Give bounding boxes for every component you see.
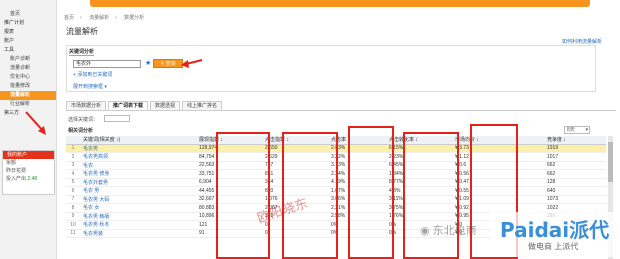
wechat-icon: ◉ bbox=[420, 225, 430, 237]
keyword-cell[interactable]: 毛衣男 大码 bbox=[80, 195, 196, 204]
keyword-analysis-tab[interactable]: 关键词分析 bbox=[69, 48, 95, 56]
account-summary-header: 我的账户 bbox=[3, 151, 54, 159]
row-index: 10 bbox=[66, 220, 80, 230]
table-cell: 640 bbox=[544, 186, 606, 196]
tab-divider bbox=[66, 110, 616, 111]
sidebar-item[interactable]: 首页 bbox=[0, 10, 56, 19]
chevron-down-icon: ▾ bbox=[104, 84, 107, 90]
brand-slogan: 做电商 上派代 bbox=[528, 242, 579, 251]
keyword-cell[interactable]: 毛衣男高领 bbox=[80, 152, 196, 162]
annotation-box bbox=[216, 132, 270, 259]
filter-input[interactable] bbox=[104, 115, 130, 122]
add-keyword-link[interactable]: + 添加到已关键词 bbox=[73, 71, 112, 78]
row-index: 3 bbox=[66, 161, 80, 170]
breadcrumb: 首页 › 流量解析 › 数据分析 bbox=[64, 14, 150, 21]
section-title: 相关词分析 bbox=[68, 128, 94, 134]
keyword-cell[interactable]: 毛衣外套男 bbox=[80, 178, 196, 187]
sidebar-item[interactable]: 流量诊断 bbox=[0, 64, 56, 73]
search-icon: ⚲ bbox=[160, 61, 165, 67]
sidebar-item[interactable]: 报表 bbox=[0, 28, 56, 37]
sidebar-item[interactable]: 批量修改 bbox=[0, 82, 56, 91]
row-index: 9 bbox=[66, 212, 80, 221]
table-cell: 662 bbox=[544, 169, 606, 179]
row-index: 1 bbox=[66, 144, 80, 153]
breadcrumb-item[interactable]: 流量解析 bbox=[89, 15, 109, 21]
sidebar-list: 首页 推广计划 报表 账户 工具 账户诊断 流量诊断 优化中心 批量修改 流量解析 行业解析 第三方 bbox=[0, 10, 56, 118]
sidebar-item[interactable]: 工具 bbox=[0, 46, 56, 55]
expand-link[interactable]: 展开到搜索框 ▾ bbox=[73, 83, 107, 90]
breadcrumb-item[interactable]: 首页 bbox=[64, 15, 74, 21]
sidebar-item[interactable]: 流量解析 bbox=[0, 91, 56, 100]
chevron-right-icon: › bbox=[115, 15, 117, 21]
row-index: 2 bbox=[66, 152, 80, 162]
sidebar-item[interactable]: 账户诊断 bbox=[0, 55, 56, 64]
annotation-box bbox=[348, 126, 394, 259]
page-title: 流量解析 bbox=[66, 27, 98, 36]
row-index: 11 bbox=[66, 229, 80, 238]
account-summary-row: 投入产出 2.48 bbox=[6, 176, 38, 182]
annotation-arrow bbox=[25, 111, 46, 135]
sidebar-item[interactable]: 优化中心 bbox=[0, 73, 56, 82]
help-link[interactable]: 如何利用流量解析 bbox=[562, 38, 602, 45]
tab-online-ranking[interactable]: 线上推广排名 bbox=[182, 101, 223, 110]
app-page: 首页 推广计划 报表 账户 工具 账户诊断 流量诊断 优化中心 批量修改 流量解析 行业解析 第三方 … bbox=[0, 0, 620, 259]
table-cell: 1919 bbox=[544, 144, 606, 153]
table-cell: 1073 bbox=[544, 195, 606, 204]
row-index: 6 bbox=[66, 186, 80, 196]
table-cell: 1017 bbox=[544, 152, 606, 162]
account-summary-row: 余额 bbox=[6, 160, 17, 166]
star-icon[interactable]: ★ bbox=[145, 59, 151, 67]
table-cell: 128 bbox=[544, 178, 606, 187]
keyword-cell[interactable]: 毛衣男 秋冬 bbox=[80, 220, 196, 230]
breadcrumb-item: 数据分析 bbox=[124, 15, 145, 21]
tab-keyword-download[interactable]: 推广词表下载 bbox=[108, 101, 149, 110]
row-index: 5 bbox=[66, 178, 80, 187]
row-index: 8 bbox=[66, 203, 80, 213]
brand-logo: Paidai派代 bbox=[500, 218, 610, 242]
period-select[interactable]: 8天 bbox=[564, 126, 590, 134]
keyword-cell[interactable]: 毛衣男装 bbox=[80, 229, 196, 238]
wechat-watermark: ◉ 东北电商 bbox=[420, 225, 477, 237]
brand-watermark: Paidai派代 做电商 上派代 bbox=[490, 212, 618, 257]
account-summary-row: 昨日花费 bbox=[6, 168, 27, 174]
table-cell: 1022 bbox=[544, 203, 606, 213]
keyword-cell[interactable]: 毛衣 女 bbox=[80, 203, 196, 213]
row-index: 4 bbox=[66, 169, 80, 179]
plus-icon: + bbox=[73, 72, 76, 78]
sidebar-item[interactable]: 账户 bbox=[0, 37, 56, 46]
column-header[interactable]: 关键词(相关度 ↕) bbox=[80, 136, 196, 145]
annotation-arrow bbox=[181, 59, 203, 68]
tab-bar: 市场数据分析 推广词表下载 数据透视 线上推广排名 bbox=[66, 101, 224, 110]
annotation-box bbox=[403, 132, 459, 259]
tab-market-analysis[interactable]: 市场数据分析 bbox=[66, 101, 107, 110]
keyword-cell[interactable]: 毛衣 男 bbox=[80, 186, 196, 196]
keyword-input[interactable]: 毛衣外 bbox=[73, 60, 141, 68]
column-header bbox=[66, 136, 80, 145]
sidebar-item[interactable]: 行业解析 bbox=[0, 100, 56, 109]
account-summary-box: 我的账户 余额 昨日花费 投入产出 2.48 bbox=[2, 150, 55, 195]
keyword-cell[interactable]: 毛衣 bbox=[80, 161, 196, 170]
query-button[interactable]: ⚲ 查询 bbox=[153, 59, 183, 68]
table-cell: 662 bbox=[544, 161, 606, 170]
keyword-cell[interactable]: 毛衣男 bbox=[80, 144, 196, 153]
keyword-panel: 关键词分析 毛衣外 ★ ⚲ 查询 + 添加到已关键词 展开到搜索框 ▾ bbox=[66, 45, 596, 92]
row-index: 7 bbox=[66, 195, 80, 204]
keyword-cell[interactable]: 毛衣男 韩版 bbox=[80, 212, 196, 221]
scrollbar-thumb[interactable] bbox=[608, 142, 613, 182]
keyword-cell[interactable]: 毛衣男 修身 bbox=[80, 169, 196, 179]
filter-label: 选择关键词： bbox=[68, 117, 99, 123]
tab-data-pivot[interactable]: 数据透视 bbox=[150, 101, 181, 110]
column-header[interactable]: 竞争度 ↕ bbox=[544, 136, 606, 145]
sidebar-logo bbox=[0, 0, 56, 10]
sidebar-item[interactable]: 推广计划 bbox=[0, 19, 56, 28]
top-accent-bar bbox=[90, 0, 590, 7]
chevron-right-icon: › bbox=[80, 15, 82, 21]
